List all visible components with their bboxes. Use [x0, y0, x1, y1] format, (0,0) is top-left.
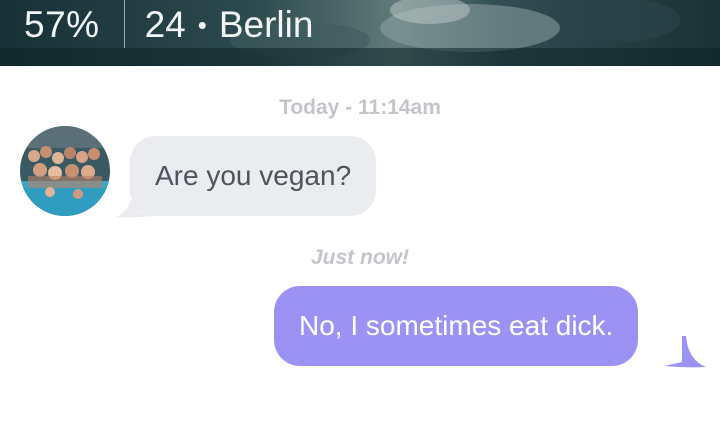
profile-header[interactable]: 57% 24 • Berlin: [0, 0, 720, 66]
incoming-message-bubble[interactable]: Are you vegan?: [130, 136, 377, 216]
profile-info: 24 • Berlin: [145, 0, 314, 50]
info-separator: •: [197, 10, 207, 40]
outgoing-message-bubble[interactable]: No, I sometimes eat dick.: [274, 286, 639, 366]
incoming-message-text: Are you vegan?: [155, 160, 352, 191]
message-timestamp: Just now!: [311, 246, 409, 269]
outgoing-message-text: No, I sometimes eat dick.: [299, 310, 614, 341]
message-thread[interactable]: Today - 11:14am Are you vegan? Just now!…: [0, 66, 720, 438]
profile-city: Berlin: [218, 4, 314, 45]
message-timestamp: Today - 11:14am: [279, 96, 441, 119]
match-percent: 57%: [24, 4, 100, 45]
header-divider: [123, 0, 125, 48]
chat-screen: 57% 24 • Berlin Today - 11:14am Are you …: [0, 0, 720, 438]
profile-age: 24: [144, 4, 186, 45]
avatar[interactable]: [20, 126, 110, 216]
header-content: 57% 24 • Berlin: [0, 0, 313, 50]
avatar-photo: [20, 126, 110, 216]
outgoing-bubble-tail: [664, 336, 706, 368]
